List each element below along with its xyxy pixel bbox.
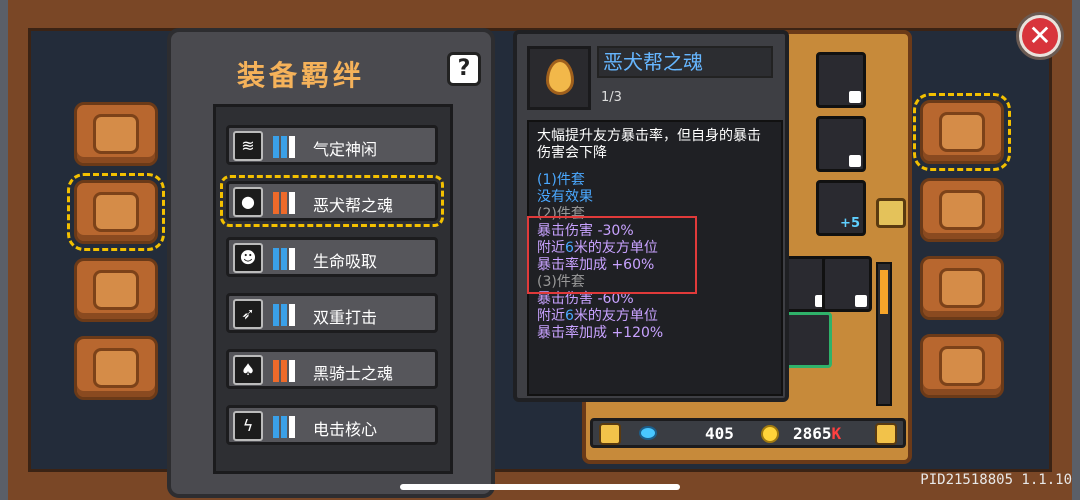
bond-bars — [273, 192, 299, 214]
lightning-icon: ϟ — [233, 411, 263, 441]
help-button[interactable]: ? — [447, 52, 481, 86]
tier1-title: (1)件套 — [537, 172, 585, 188]
weapons-tab-button[interactable] — [920, 178, 1004, 242]
grid-view-button[interactable] — [875, 423, 897, 445]
bond-icon — [527, 46, 591, 110]
bond-panel: 装备羁绊 ? ≋ 气定神闲 ● 恶犬帮之魂 ☻ 生命吸取 ➶ 双重打击 ♠ 黑骑… — [167, 28, 495, 498]
coin-count: 2865K — [793, 424, 842, 443]
panel-title: 装备羁绊 — [236, 59, 365, 92]
coin-icon — [761, 425, 779, 443]
wheel-icon — [93, 348, 139, 388]
gem-icon — [639, 426, 657, 440]
tier3-line3: 暴击率加成 +120% — [537, 325, 664, 341]
lock-icon — [849, 91, 861, 103]
sparkle-icon — [939, 268, 985, 308]
bond-tab-button[interactable] — [67, 173, 165, 251]
bond-row[interactable]: ϟ 电击核心 — [226, 405, 438, 445]
home-indicator[interactable] — [400, 484, 680, 490]
book-icon — [93, 114, 139, 154]
bond-label: 电击核心 — [313, 420, 378, 439]
inventory-slot[interactable] — [782, 312, 832, 368]
lock-icon — [849, 155, 861, 167]
inventory-slot[interactable] — [816, 116, 866, 172]
inventory-scrollbar[interactable] — [876, 262, 892, 406]
bond-label: 双重打击 — [313, 308, 378, 327]
tier3-line2: 附近6米的友方单位 — [537, 308, 658, 324]
lock-icon — [855, 295, 867, 307]
scroll-icon — [93, 192, 139, 232]
tooltip-title: 恶犬帮之魂 — [597, 46, 773, 78]
inventory-slot[interactable] — [816, 52, 866, 108]
inventory-tab-tag[interactable] — [876, 198, 906, 228]
flame-soul-icon — [546, 59, 574, 95]
scroll-thumb[interactable] — [880, 270, 888, 314]
bond-label: 黑骑士之魂 — [313, 364, 394, 383]
lock-button[interactable] — [599, 423, 621, 445]
helmet-icon — [939, 112, 985, 152]
materials-icon — [93, 270, 139, 310]
materials-tab-button[interactable] — [74, 258, 158, 322]
left-rail — [0, 0, 8, 500]
bond-bars — [273, 136, 299, 158]
currency-bar: 405 2865K — [590, 418, 906, 448]
gear-icon — [939, 346, 985, 386]
bond-row-selected[interactable]: ● 恶犬帮之魂 — [220, 175, 444, 227]
bow-icon: ➶ — [233, 299, 263, 329]
slot-level: +5 — [840, 216, 860, 231]
helmet-tab-button[interactable] — [913, 93, 1011, 171]
right-rail — [1072, 0, 1080, 500]
bond-bars — [273, 304, 299, 326]
gem-count: 405 — [705, 424, 734, 443]
bond-bars — [273, 360, 299, 382]
inventory-slot[interactable]: +5 — [816, 180, 866, 236]
highlight-box — [527, 216, 697, 294]
close-icon: ✕ — [1022, 18, 1058, 54]
bond-tooltip: 恶犬帮之魂 1/3 大幅提升友方暴击率，但自身的暴击伤害会下降 (1)件套 没有… — [513, 30, 789, 402]
close-button[interactable]: ✕ — [1016, 12, 1064, 60]
bond-bars — [273, 248, 299, 270]
inventory-slot[interactable] — [822, 256, 872, 312]
skill-tab-button[interactable] — [920, 256, 1004, 320]
wheel-tab-button[interactable] — [74, 336, 158, 400]
tooltip-count: 1/3 — [601, 90, 622, 105]
bond-bars — [273, 416, 299, 438]
bond-label: 生命吸取 — [313, 252, 378, 271]
bond-row[interactable]: ♠ 黑骑士之魂 — [226, 349, 438, 389]
player-id: PID21518805 1.1.10 — [920, 472, 1072, 488]
flame-soul-icon: ● — [233, 187, 263, 217]
bond-list[interactable]: ≋ 气定神闲 ● 恶犬帮之魂 ☻ 生命吸取 ➶ 双重打击 ♠ 黑骑士之魂 ϟ 电… — [213, 104, 453, 474]
dark-flame-icon: ♠ — [233, 355, 263, 385]
skull-icon: ☻ — [233, 243, 263, 273]
bond-row[interactable]: ≋ 气定神闲 — [226, 125, 438, 165]
book-tab-button[interactable] — [74, 102, 158, 166]
bond-label: 气定神闲 — [313, 140, 378, 159]
bond-row[interactable]: ➶ 双重打击 — [226, 293, 438, 333]
tier1-effect: 没有效果 — [537, 189, 593, 205]
tooltip-description: 大幅提升友方暴击率，但自身的暴击伤害会下降 — [537, 128, 761, 161]
crossed-weapons-icon — [939, 190, 985, 230]
settings-tab-button[interactable] — [920, 334, 1004, 398]
bond-row[interactable]: ☻ 生命吸取 — [226, 237, 438, 277]
bond-label: 恶犬帮之魂 — [313, 196, 394, 215]
wind-icon: ≋ — [233, 131, 263, 161]
